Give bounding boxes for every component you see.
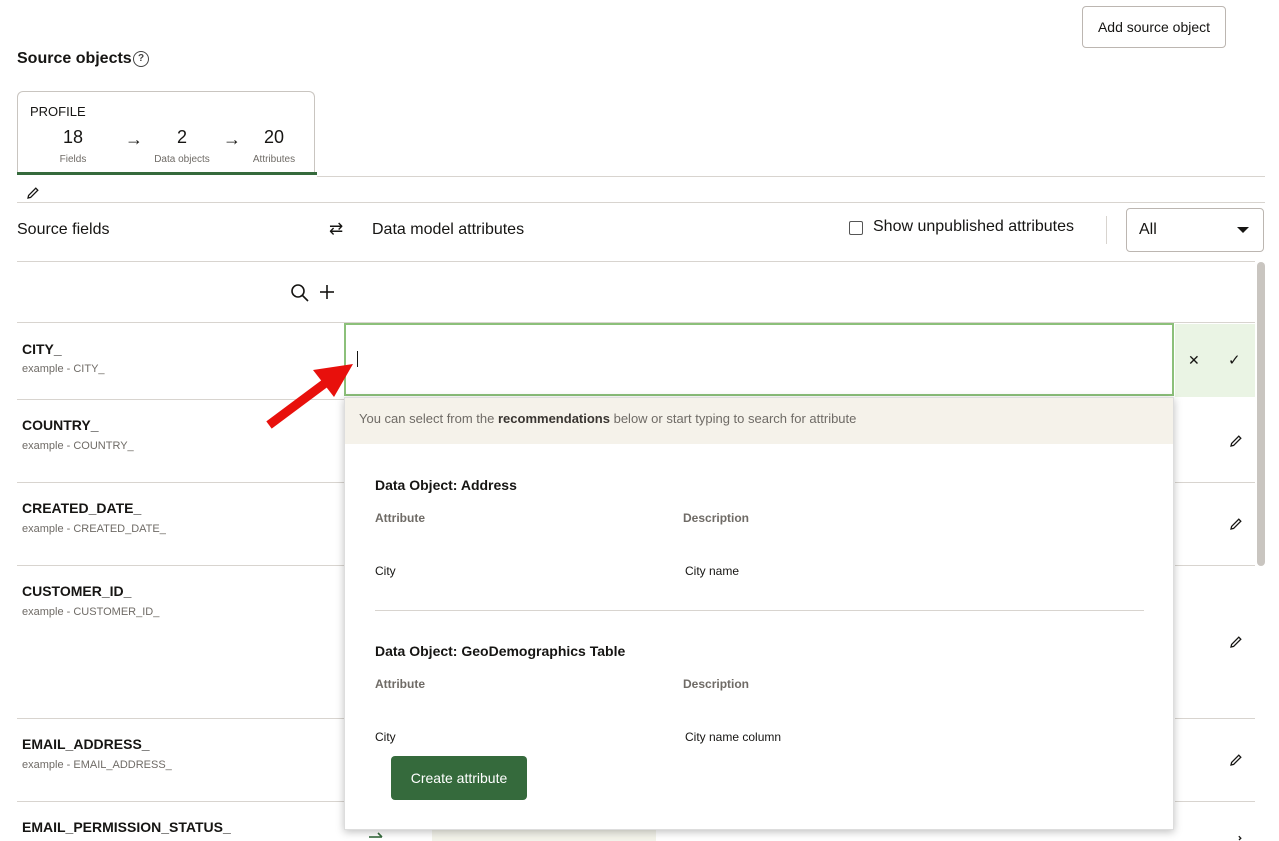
attributes-label: Attributes: [252, 154, 296, 165]
pencil-icon[interactable]: [1229, 753, 1243, 767]
show-unpublished-label[interactable]: Show unpublished attributes: [873, 218, 1074, 236]
row-divider: [17, 801, 344, 802]
pencil-icon[interactable]: [1229, 517, 1243, 531]
column-header-description: Description: [683, 511, 750, 525]
text-cursor: [357, 351, 358, 367]
recommendation-description[interactable]: City name: [685, 564, 739, 578]
pencil-icon[interactable]: [1229, 635, 1243, 649]
attribute-filter-value: All: [1139, 221, 1157, 238]
field-name: EMAIL_PERMISSION_STATUS_: [22, 819, 231, 835]
source-fields-heading: Source fields: [17, 221, 110, 238]
pencil-icon[interactable]: [1229, 834, 1243, 841]
tab-profile-label: PROFILE: [30, 104, 86, 119]
fields-label: Fields: [59, 154, 87, 165]
field-example: example - CUSTOMER_ID_: [22, 606, 160, 618]
field-example: example - EMAIL_ADDRESS_: [22, 759, 172, 771]
tab-bar-divider: [317, 176, 1265, 177]
caret-down-icon: [1237, 227, 1249, 233]
create-attribute-button[interactable]: Create attribute: [391, 756, 527, 800]
show-unpublished-checkbox[interactable]: [849, 221, 863, 235]
add-source-object-button[interactable]: Add source object: [1082, 6, 1226, 48]
attribute-search-input[interactable]: [344, 323, 1174, 396]
hint-text: You can select from the recommendations …: [359, 411, 857, 426]
cancel-icon[interactable]: ✕: [1188, 352, 1200, 369]
pencil-icon[interactable]: [26, 186, 40, 200]
column-header-description: Description: [683, 677, 750, 691]
page-title: Source objects: [17, 50, 132, 67]
attribute-chip[interactable]: [432, 830, 656, 841]
group-title: Data Object: GeoDemographics Table: [375, 643, 626, 659]
arrow-right-icon: [368, 832, 384, 841]
scrollbar[interactable]: [1257, 262, 1265, 566]
field-name: CREATED_DATE_: [22, 500, 142, 516]
row-divider: [17, 718, 344, 719]
annotation-arrow-icon: [262, 360, 356, 432]
row-divider: [1175, 565, 1255, 566]
row-divider: [1175, 482, 1255, 483]
recommendation-description[interactable]: City name column: [685, 730, 781, 744]
row-divider: [1175, 718, 1255, 719]
attributes-count: 20: [263, 127, 285, 147]
data-model-attributes-heading: Data model attributes: [372, 221, 525, 238]
swap-icon[interactable]: ⇄: [329, 219, 343, 239]
recommendation-attribute[interactable]: City: [375, 730, 396, 744]
field-name: CITY_: [22, 341, 62, 357]
row-divider: [1175, 801, 1255, 802]
divider: [17, 261, 1255, 262]
tab-active-indicator: [17, 172, 317, 175]
field-example: example - CITY_: [22, 363, 105, 375]
column-header-attribute: Attribute: [375, 677, 425, 691]
data-objects-count: 2: [176, 127, 187, 147]
field-example: example - COUNTRY_: [22, 440, 134, 452]
recommendation-attribute[interactable]: City: [375, 564, 396, 578]
help-icon[interactable]: ?: [133, 51, 149, 67]
field-name: CUSTOMER_ID_: [22, 583, 132, 599]
row-divider: [17, 482, 344, 483]
arrow-right-icon: →: [125, 129, 143, 149]
search-icon[interactable]: [290, 283, 310, 303]
field-name: EMAIL_ADDRESS_: [22, 736, 150, 752]
divider: [17, 202, 1265, 203]
field-name: COUNTRY_: [22, 417, 99, 433]
row-divider: [17, 565, 344, 566]
pencil-icon[interactable]: [1229, 434, 1243, 448]
group-divider: [375, 610, 1144, 611]
confirm-icon[interactable]: ✓: [1228, 351, 1241, 369]
fields-count: 18: [62, 127, 84, 147]
group-title: Data Object: Address: [375, 477, 517, 493]
add-icon[interactable]: [318, 283, 336, 301]
divider: [1106, 216, 1107, 244]
data-objects-label: Data objects: [154, 154, 210, 165]
edit-actions-area: [1175, 324, 1255, 397]
column-header-attribute: Attribute: [375, 511, 425, 525]
field-example: example - CREATED_DATE_: [22, 523, 166, 535]
